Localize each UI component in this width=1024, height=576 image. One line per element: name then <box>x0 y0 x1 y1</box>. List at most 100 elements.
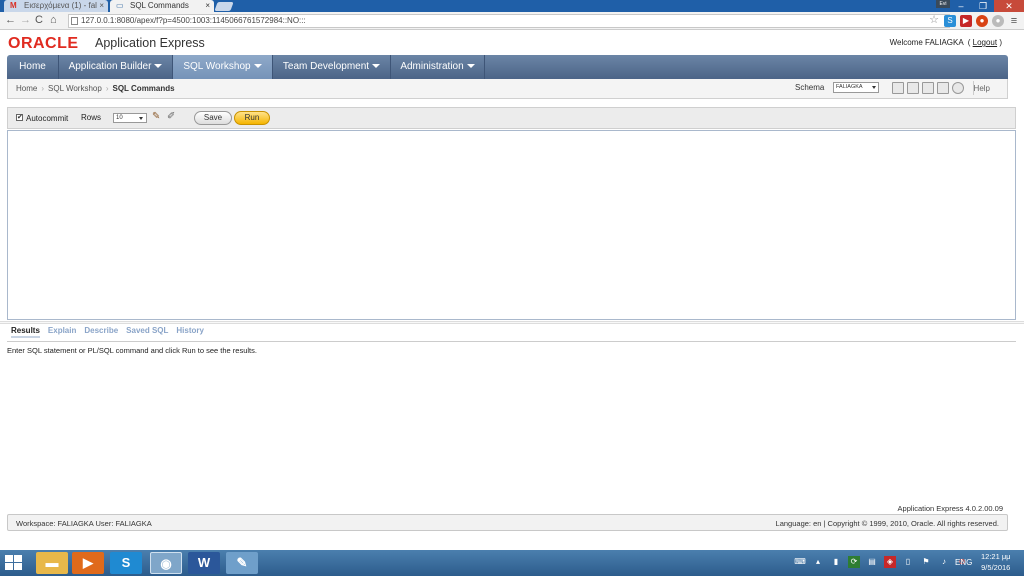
breadcrumb-separator-icon: › <box>41 84 45 93</box>
bookmark-star-icon[interactable]: ☆ <box>928 15 940 27</box>
rows-label: Rows <box>81 113 102 122</box>
breadcrumb-bar: Home › SQL Workshop › SQL Commands Schema FA… <box>7 79 1008 99</box>
flag-icon[interactable]: ⚑ <box>920 556 932 568</box>
help-link[interactable]: Help <box>974 84 990 93</box>
back-arrow-icon[interactable]: ← <box>5 14 16 26</box>
object-browser-icon[interactable] <box>892 82 904 94</box>
schema-select[interactable]: FALIAGKA <box>833 82 879 93</box>
reload-icon[interactable]: C <box>35 14 43 26</box>
utilities-gear-icon[interactable] <box>952 82 964 94</box>
app-name: Application Express <box>95 36 205 50</box>
media-player-icon[interactable]: ▶ <box>72 552 104 574</box>
youtube-extension-icon[interactable]: ▶ <box>960 15 972 27</box>
main-nav: Home Application Builder SQL Workshop Te… <box>7 55 1008 79</box>
nav-tab-label: SQL Workshop <box>183 61 251 72</box>
word-icon[interactable]: W <box>188 552 220 574</box>
nav-tab-sql-workshop[interactable]: SQL Workshop <box>173 55 273 79</box>
version-text: Application Express 4.0.2.00.09 <box>897 504 1003 513</box>
rows-value: 10 <box>116 115 123 121</box>
chevron-down-icon <box>872 86 876 89</box>
clear-command-eraser-icon[interactable]: ✐ <box>167 111 175 122</box>
extension-gray-icon[interactable]: ● <box>992 15 1004 27</box>
logout-paren-close: ) <box>999 38 1002 47</box>
maximize-icon[interactable]: ❐ <box>972 0 994 12</box>
sql-command-editor[interactable] <box>7 130 1016 320</box>
workspace-info: Workspace: FALIAGKA User: FALIAGKA <box>16 519 152 528</box>
logout-paren-open: ( <box>967 38 971 47</box>
oracle-logo: ORACLE <box>8 35 79 52</box>
results-tabs: Results Explain Describe Saved SQL Histo… <box>11 326 204 338</box>
find-tables-pencil-icon[interactable]: ✎ <box>152 111 160 122</box>
query-builder-icon[interactable] <box>937 82 949 94</box>
chevron-down-icon <box>154 64 163 69</box>
paint-icon[interactable]: ✎ <box>226 552 258 574</box>
chevron-down-icon <box>466 64 475 69</box>
breadcrumb-home[interactable]: Home <box>16 84 37 93</box>
clock-time: 12:21 μμ <box>981 552 1011 561</box>
url-input[interactable]: 127.0.0.1:8080/apex/f?p=4500:1003:114506… <box>68 14 950 28</box>
tab-results[interactable]: Results <box>11 326 40 338</box>
skype-extension-icon[interactable]: S <box>944 15 956 27</box>
battery-icon[interactable]: ▯ <box>902 556 914 568</box>
volume-icon[interactable]: ♪ <box>938 556 950 568</box>
signal-icon[interactable]: ▮ <box>830 556 842 568</box>
home-icon[interactable]: ⌂ <box>50 14 57 26</box>
save-button[interactable]: Save <box>194 111 232 125</box>
schema-label: Schema <box>795 83 825 92</box>
sql-scripts-icon[interactable] <box>922 82 934 94</box>
tab-history[interactable]: History <box>176 326 204 338</box>
address-bar-row: ← → C ⌂ 127.0.0.1:8080/apex/f?p=4500:100… <box>0 12 1024 30</box>
divider <box>7 341 1016 342</box>
tab-describe[interactable]: Describe <box>84 326 118 338</box>
chevron-down-icon <box>253 64 262 69</box>
extension-icon[interactable]: ● <box>976 15 988 27</box>
resize-splitter[interactable] <box>0 321 1024 324</box>
rows-select[interactable]: 10 <box>113 113 147 123</box>
browser-tab-label: SQL Commands <box>130 1 189 10</box>
skype-icon[interactable]: S <box>110 552 142 574</box>
sql-commands-icon[interactable] <box>907 82 919 94</box>
tray-expand-icon[interactable]: ▴ <box>812 556 824 568</box>
tab-explain[interactable]: Explain <box>48 326 76 338</box>
forward-arrow-icon[interactable]: → <box>20 14 31 26</box>
autocommit-checkbox[interactable]: ✔ <box>16 114 23 121</box>
network-icon[interactable]: ▤ <box>866 556 878 568</box>
clock[interactable]: 12:21 μμ 9/5/2016 <box>981 551 1011 573</box>
input-language[interactable]: ENG <box>955 558 972 567</box>
file-explorer-icon[interactable]: ▬ <box>36 552 68 574</box>
breadcrumb-separator-icon: › <box>105 84 109 93</box>
nav-tab-home[interactable]: Home <box>7 55 59 79</box>
nav-tab-administration[interactable]: Administration <box>391 55 485 79</box>
run-button[interactable]: Run <box>234 111 270 125</box>
chrome-icon[interactable]: ◉ <box>150 552 182 574</box>
breadcrumb-current: SQL Commands <box>112 84 175 93</box>
browser-tab-sql-commands[interactable]: ▭ SQL Commands × <box>110 0 214 12</box>
keyboard-icon[interactable]: ⌨ <box>794 556 806 568</box>
close-tab-icon[interactable]: × <box>205 0 210 12</box>
tab-saved-sql[interactable]: Saved SQL <box>126 326 168 338</box>
chrome-menu-icon[interactable]: ≡ <box>1008 15 1020 27</box>
apex-header: ORACLE Application Express Welcome FALIA… <box>0 30 1024 54</box>
browser-tab-label: Εισερχόμενα (1) - fal <box>24 1 97 10</box>
antivirus-icon[interactable]: ◈ <box>884 556 896 568</box>
system-tray: ⌨ ▴ ▮ ⟳ ▤ ◈ ▯ ⚑ ♪ ⊘ <box>794 556 968 568</box>
windows-start-icon[interactable] <box>5 555 23 571</box>
new-tab-button[interactable] <box>214 2 234 11</box>
nav-tab-team-development[interactable]: Team Development <box>273 55 391 79</box>
breadcrumb: Home › SQL Workshop › SQL Commands <box>16 84 175 93</box>
nav-tab-label: Application Builder <box>68 61 152 72</box>
minimize-icon[interactable]: – <box>950 0 972 12</box>
close-window-icon[interactable]: ✕ <box>994 0 1024 12</box>
close-tab-icon[interactable]: × <box>99 0 104 12</box>
profile-chip[interactable]: Evi <box>936 0 950 8</box>
page-icon: ▭ <box>116 1 124 10</box>
results-message: Enter SQL statement or PL/SQL command an… <box>7 346 257 355</box>
clock-date: 9/5/2016 <box>981 563 1011 572</box>
logout-link[interactable]: Logout <box>973 38 997 47</box>
sync-icon[interactable]: ⟳ <box>848 556 860 568</box>
chevron-down-icon <box>139 117 143 120</box>
sql-workshop-tools <box>892 82 964 94</box>
nav-tab-application-builder[interactable]: Application Builder <box>59 55 173 79</box>
breadcrumb-sql-workshop[interactable]: SQL Workshop <box>48 84 102 93</box>
browser-tab-gmail[interactable]: M Εισερχόμενα (1) - fal × <box>4 0 108 12</box>
